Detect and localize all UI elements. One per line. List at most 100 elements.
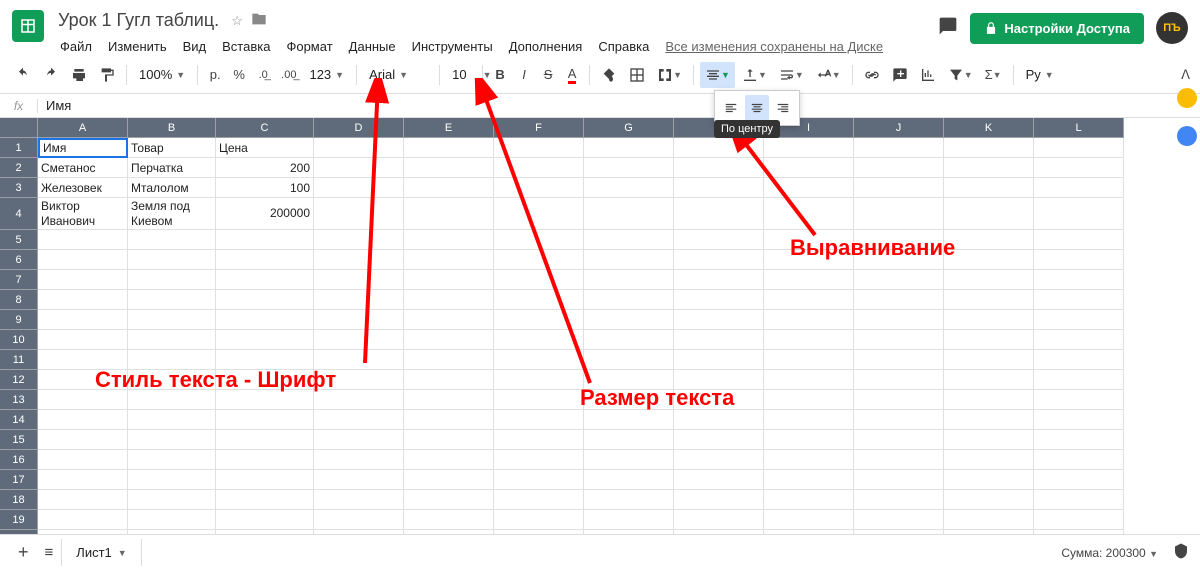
share-button[interactable]: Настройки Доступа (970, 13, 1144, 44)
cell-A6[interactable] (38, 250, 128, 270)
col-header-B[interactable]: B (128, 118, 216, 138)
cell-A19[interactable] (38, 510, 128, 530)
cell-H1[interactable] (674, 138, 764, 158)
row-header-12[interactable]: 12 (0, 370, 38, 390)
cell-E3[interactable] (404, 178, 494, 198)
cell-K11[interactable] (944, 350, 1034, 370)
align-right-button[interactable] (771, 95, 795, 121)
menu-tools[interactable]: Инструменты (406, 37, 499, 56)
cell-G19[interactable] (584, 510, 674, 530)
cell-D17[interactable] (314, 470, 404, 490)
cell-F6[interactable] (494, 250, 584, 270)
cell-E9[interactable] (404, 310, 494, 330)
cell-F15[interactable] (494, 430, 584, 450)
row-header-6[interactable]: 6 (0, 250, 38, 270)
cell-E17[interactable] (404, 470, 494, 490)
cell-A3[interactable]: Железовек (38, 178, 128, 198)
cell-F10[interactable] (494, 330, 584, 350)
cell-A8[interactable] (38, 290, 128, 310)
horizontal-align-button[interactable]: ▼ (700, 62, 735, 88)
cell-D4[interactable] (314, 198, 404, 230)
cell-B17[interactable] (128, 470, 216, 490)
cell-D12[interactable] (314, 370, 404, 390)
fill-color-button[interactable] (596, 62, 622, 88)
text-rotation-button[interactable]: ▼ (811, 62, 846, 88)
cell-L19[interactable] (1034, 510, 1124, 530)
row-header-17[interactable]: 17 (0, 470, 38, 490)
cell-H12[interactable] (674, 370, 764, 390)
cell-G6[interactable] (584, 250, 674, 270)
cell-C16[interactable] (216, 450, 314, 470)
cell-J7[interactable] (854, 270, 944, 290)
cell-L10[interactable] (1034, 330, 1124, 350)
row-header-7[interactable]: 7 (0, 270, 38, 290)
row-header-8[interactable]: 8 (0, 290, 38, 310)
cell-B12[interactable] (128, 370, 216, 390)
cell-I11[interactable] (764, 350, 854, 370)
cell-I18[interactable] (764, 490, 854, 510)
cell-H3[interactable] (674, 178, 764, 198)
cell-D6[interactable] (314, 250, 404, 270)
cell-G14[interactable] (584, 410, 674, 430)
user-avatar[interactable]: ПЪ (1156, 12, 1188, 44)
number-format-select[interactable]: 123▼ (303, 65, 350, 84)
cell-L8[interactable] (1034, 290, 1124, 310)
cell-E16[interactable] (404, 450, 494, 470)
row-header-16[interactable]: 16 (0, 450, 38, 470)
print-button[interactable] (66, 62, 92, 88)
cell-J13[interactable] (854, 390, 944, 410)
cell-F19[interactable] (494, 510, 584, 530)
cell-F12[interactable] (494, 370, 584, 390)
cell-F11[interactable] (494, 350, 584, 370)
cell-I15[interactable] (764, 430, 854, 450)
document-title[interactable]: Урок 1 Гугл таблиц. (54, 8, 223, 33)
cell-L1[interactable] (1034, 138, 1124, 158)
cell-D2[interactable] (314, 158, 404, 178)
strikethrough-button[interactable]: S (537, 62, 559, 88)
cell-J14[interactable] (854, 410, 944, 430)
cell-A4[interactable]: Виктор Иванович (38, 198, 128, 230)
cell-J16[interactable] (854, 450, 944, 470)
cell-B8[interactable] (128, 290, 216, 310)
cell-K6[interactable] (944, 250, 1034, 270)
cell-L12[interactable] (1034, 370, 1124, 390)
col-header-K[interactable]: K (944, 118, 1034, 138)
cell-J12[interactable] (854, 370, 944, 390)
cell-B2[interactable]: Перчатка (128, 158, 216, 178)
cell-L17[interactable] (1034, 470, 1124, 490)
cell-D16[interactable] (314, 450, 404, 470)
formula-input[interactable]: Имя (38, 96, 1200, 115)
cell-K13[interactable] (944, 390, 1034, 410)
col-header-L[interactable]: L (1034, 118, 1124, 138)
cell-K10[interactable] (944, 330, 1034, 350)
cell-D18[interactable] (314, 490, 404, 510)
menu-edit[interactable]: Изменить (102, 37, 173, 56)
cell-H18[interactable] (674, 490, 764, 510)
cell-H16[interactable] (674, 450, 764, 470)
cell-L2[interactable] (1034, 158, 1124, 178)
cell-K7[interactable] (944, 270, 1034, 290)
cell-E2[interactable] (404, 158, 494, 178)
merge-button[interactable]: ▼ (652, 62, 687, 88)
cell-G7[interactable] (584, 270, 674, 290)
cell-L4[interactable] (1034, 198, 1124, 230)
cell-A12[interactable] (38, 370, 128, 390)
cell-I2[interactable] (764, 158, 854, 178)
cell-C8[interactable] (216, 290, 314, 310)
menu-view[interactable]: Вид (177, 37, 213, 56)
cell-E11[interactable] (404, 350, 494, 370)
cell-D3[interactable] (314, 178, 404, 198)
cell-F3[interactable] (494, 178, 584, 198)
cell-K9[interactable] (944, 310, 1034, 330)
cell-B7[interactable] (128, 270, 216, 290)
cell-G5[interactable] (584, 230, 674, 250)
cell-C11[interactable] (216, 350, 314, 370)
cell-A2[interactable]: Сметанос (38, 158, 128, 178)
cell-K8[interactable] (944, 290, 1034, 310)
cell-A10[interactable] (38, 330, 128, 350)
cell-L15[interactable] (1034, 430, 1124, 450)
cell-C18[interactable] (216, 490, 314, 510)
cell-B1[interactable]: Товар (128, 138, 216, 158)
cell-J8[interactable] (854, 290, 944, 310)
increase-decimal-button[interactable]: .00̲ (276, 62, 301, 88)
